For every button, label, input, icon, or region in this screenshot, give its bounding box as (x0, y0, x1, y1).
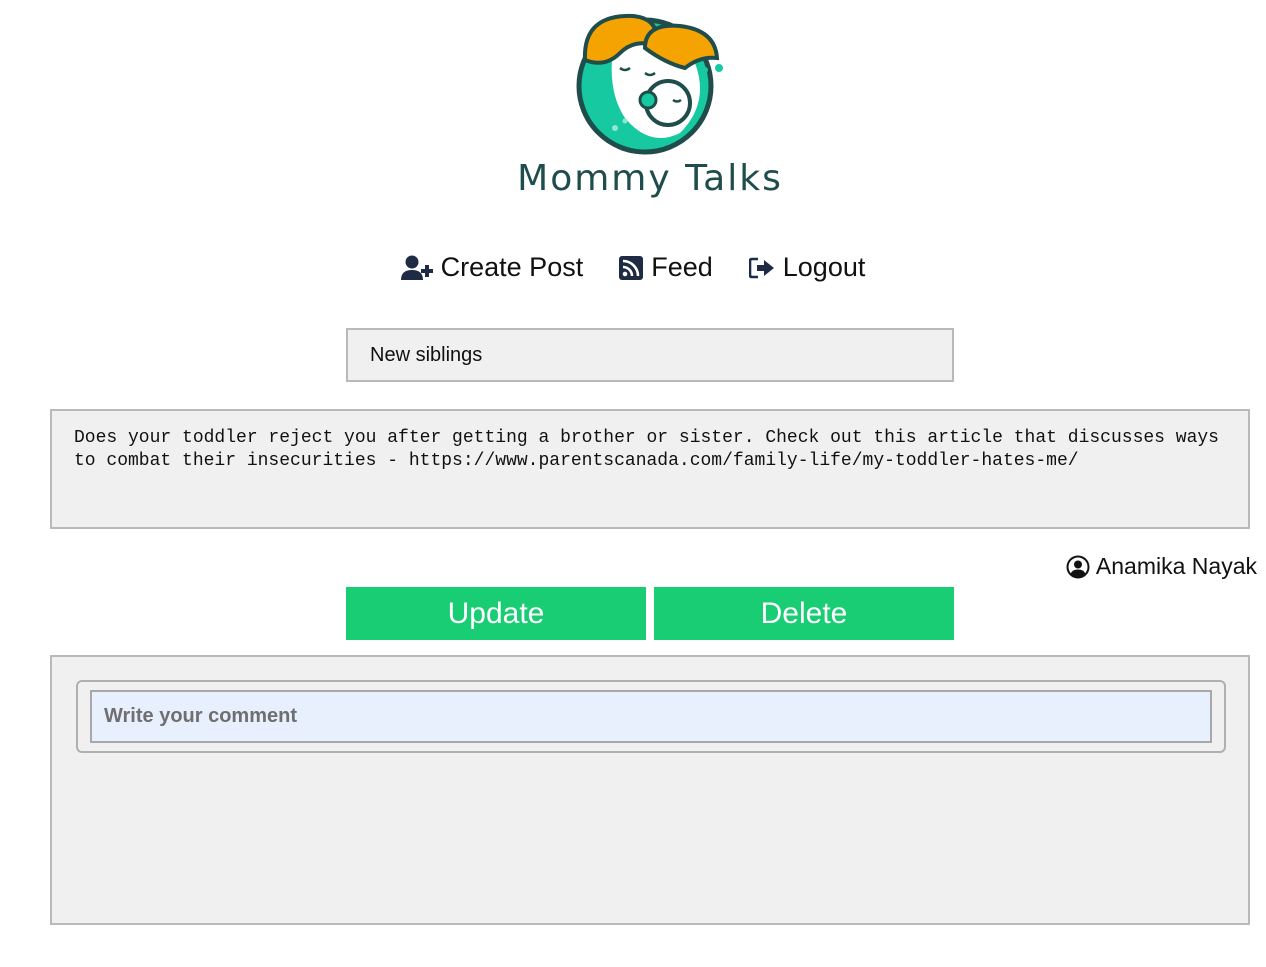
post-body-textarea[interactable]: Does your toddler reject you after getti… (50, 409, 1250, 529)
comment-input-wrapper (76, 680, 1226, 753)
comment-input[interactable] (90, 690, 1212, 743)
delete-button[interactable]: Delete (654, 587, 954, 640)
nav-create-post[interactable]: Create Post (400, 252, 584, 283)
main-nav: Create Post Feed Logout (0, 252, 1266, 283)
nav-feed-label: Feed (651, 252, 713, 282)
user-plus-icon (400, 255, 433, 280)
sign-out-icon (748, 257, 774, 278)
nav-create-post-label: Create Post (440, 252, 584, 282)
post-author: Anamika Nayak (1066, 553, 1257, 580)
post-author-name: Anamika Nayak (1095, 553, 1257, 579)
user-circle-icon (1066, 555, 1090, 578)
nav-logout-label: Logout (782, 252, 866, 282)
post-title-input[interactable] (346, 328, 954, 382)
mother-baby-logo-icon (576, 13, 723, 155)
brand-name: Mommy Talks (517, 158, 783, 199)
comments-panel (50, 655, 1250, 925)
nav-feed[interactable]: Feed (619, 252, 713, 283)
post-detail-page: Mommy Talks Create Post Feed Logout New … (0, 0, 1266, 967)
brand-logo: Mommy Talks (505, 8, 795, 208)
nav-logout[interactable]: Logout (748, 252, 866, 283)
update-button[interactable]: Update (346, 587, 646, 640)
rss-icon (619, 255, 644, 280)
